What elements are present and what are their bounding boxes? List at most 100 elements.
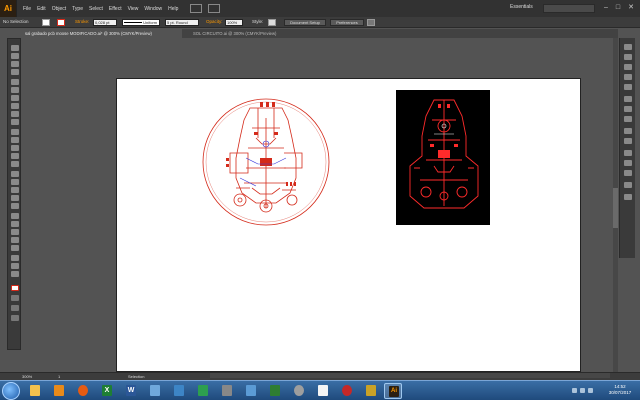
taskbar-illustrator[interactable]: Ai — [384, 383, 402, 399]
free-transform-tool-icon[interactable] — [11, 171, 19, 177]
eraser-tool-icon[interactable] — [11, 137, 19, 143]
fill-stroke-icon[interactable] — [11, 285, 19, 291]
menu-effect[interactable]: Effect — [109, 6, 122, 12]
brush-select[interactable]: 5 pt. Round — [165, 19, 199, 26]
blob-brush-tool-icon[interactable] — [11, 129, 19, 135]
vertical-scrollbar[interactable] — [613, 38, 618, 372]
system-clock[interactable]: 14:52 30/07/2017 — [603, 384, 637, 396]
circular-pcb-artwork[interactable] — [200, 98, 332, 226]
lasso-tool-icon[interactable] — [11, 69, 19, 75]
taskbar-pictures[interactable] — [242, 383, 260, 399]
menu-select[interactable]: Select — [89, 6, 103, 12]
taskbar-excel[interactable]: X — [98, 383, 116, 399]
taskbar-media-center[interactable] — [194, 383, 212, 399]
arrange-documents-icon[interactable] — [208, 4, 221, 13]
appearance-panel-icon[interactable] — [624, 128, 632, 134]
magic-wand-tool-icon[interactable] — [11, 61, 19, 67]
column-graph-tool-icon[interactable] — [11, 237, 19, 243]
gradient-panel-icon[interactable] — [624, 106, 632, 112]
menu-view[interactable]: View — [128, 6, 139, 12]
width-tool-icon[interactable] — [11, 161, 19, 167]
current-tool[interactable]: Selection — [128, 374, 144, 379]
type-tool-icon[interactable] — [11, 87, 19, 93]
taskbar-firefox[interactable] — [74, 383, 92, 399]
transform-panel-icon[interactable] — [624, 182, 632, 188]
tray-network-icon[interactable] — [580, 388, 585, 393]
profile-select[interactable]: Uniform — [122, 19, 160, 26]
minimize-button[interactable]: – — [601, 3, 611, 13]
screen-mode-icon[interactable] — [11, 315, 19, 321]
tab-document-1[interactable]: sal grabado pcb moose MODIFICADO.ai* @ 3… — [22, 29, 182, 38]
rotate-tool-icon[interactable] — [11, 145, 19, 151]
taskbar-gear[interactable] — [290, 383, 308, 399]
taskbar-explorer[interactable] — [26, 383, 44, 399]
menu-type[interactable]: Type — [72, 6, 83, 12]
artboard[interactable] — [116, 78, 581, 372]
horizontal-scrollbar[interactable] — [210, 373, 610, 378]
brushes-panel-icon[interactable] — [624, 74, 632, 80]
fill-swatch[interactable] — [42, 19, 50, 26]
pcb-preview-artwork[interactable] — [404, 96, 484, 220]
scrollbar-thumb[interactable] — [613, 188, 618, 228]
shape-builder-tool-icon[interactable] — [11, 179, 19, 185]
taskbar-app[interactable] — [362, 383, 380, 399]
graphic-styles-icon[interactable] — [624, 138, 632, 144]
color-panel-icon[interactable] — [624, 44, 632, 50]
search-input[interactable] — [543, 4, 595, 13]
direct-selection-tool-icon[interactable] — [11, 53, 19, 59]
document-setup-button[interactable]: Document Setup — [284, 19, 326, 26]
stroke-label[interactable]: Stroke: — [75, 19, 89, 24]
draw-mode-icon[interactable] — [11, 305, 19, 311]
transparency-panel-icon[interactable] — [624, 116, 632, 122]
taskbar-network[interactable] — [170, 383, 188, 399]
eyedropper-tool-icon[interactable] — [11, 213, 19, 219]
taskbar-remote-desktop[interactable] — [146, 383, 164, 399]
stroke-panel-icon[interactable] — [624, 96, 632, 102]
color-guide-icon[interactable] — [624, 54, 632, 60]
line-tool-icon[interactable] — [11, 95, 19, 101]
stroke-weight-field[interactable]: 0,028 pt — [93, 19, 117, 26]
taskbar-alert[interactable] — [338, 383, 356, 399]
opacity-label[interactable]: Opacity: — [206, 19, 223, 24]
taskbar-notes[interactable] — [314, 383, 332, 399]
menu-edit[interactable]: Edit — [37, 6, 46, 12]
pencil-tool-icon[interactable] — [11, 119, 19, 125]
artboards-panel-icon[interactable] — [624, 160, 632, 166]
align-panel-icon[interactable] — [624, 170, 632, 176]
menu-object[interactable]: Object — [52, 6, 66, 12]
tab-document-2[interactable]: SOL CIRCUITO.ai @ 300% (CMYK/Preview) — [190, 29, 310, 38]
pen-tool-icon[interactable] — [11, 79, 19, 85]
close-button[interactable]: ✕ — [626, 3, 636, 13]
tray-volume-icon[interactable] — [588, 388, 593, 393]
blend-tool-icon[interactable] — [11, 221, 19, 227]
taskbar-media-player[interactable] — [50, 383, 68, 399]
stroke-swatch[interactable] — [57, 19, 65, 26]
symbol-sprayer-tool-icon[interactable] — [11, 229, 19, 235]
menu-window[interactable]: Window — [144, 6, 162, 12]
zoom-level[interactable]: 300% — [22, 374, 32, 379]
scale-tool-icon[interactable] — [11, 153, 19, 159]
artboard-number[interactable]: 1 — [58, 374, 60, 379]
symbols-panel-icon[interactable] — [624, 84, 632, 90]
taskbar-recycle[interactable] — [266, 383, 284, 399]
hand-tool-icon[interactable] — [11, 263, 19, 269]
slice-tool-icon[interactable] — [11, 255, 19, 261]
gradient-tool-icon[interactable] — [11, 203, 19, 209]
perspective-grid-tool-icon[interactable] — [11, 187, 19, 193]
layers-panel-icon[interactable] — [624, 150, 632, 156]
style-swatch[interactable] — [268, 19, 276, 26]
selection-tool-icon[interactable] — [11, 45, 19, 51]
menu-file[interactable]: File — [23, 6, 31, 12]
maximize-button[interactable]: □ — [613, 3, 623, 13]
artboard-tool-icon[interactable] — [11, 245, 19, 251]
rectangle-tool-icon[interactable] — [11, 103, 19, 109]
paintbrush-tool-icon[interactable] — [11, 111, 19, 117]
taskbar-word[interactable]: W — [122, 383, 140, 399]
start-button[interactable] — [2, 382, 20, 400]
tray-flag-icon[interactable] — [572, 388, 577, 393]
color-mode-icon[interactable] — [11, 295, 19, 301]
arrange-icon[interactable] — [367, 19, 375, 26]
zoom-tool-icon[interactable] — [11, 271, 19, 277]
menu-help[interactable]: Help — [168, 6, 178, 12]
preferences-button[interactable]: Preferences — [330, 19, 364, 26]
